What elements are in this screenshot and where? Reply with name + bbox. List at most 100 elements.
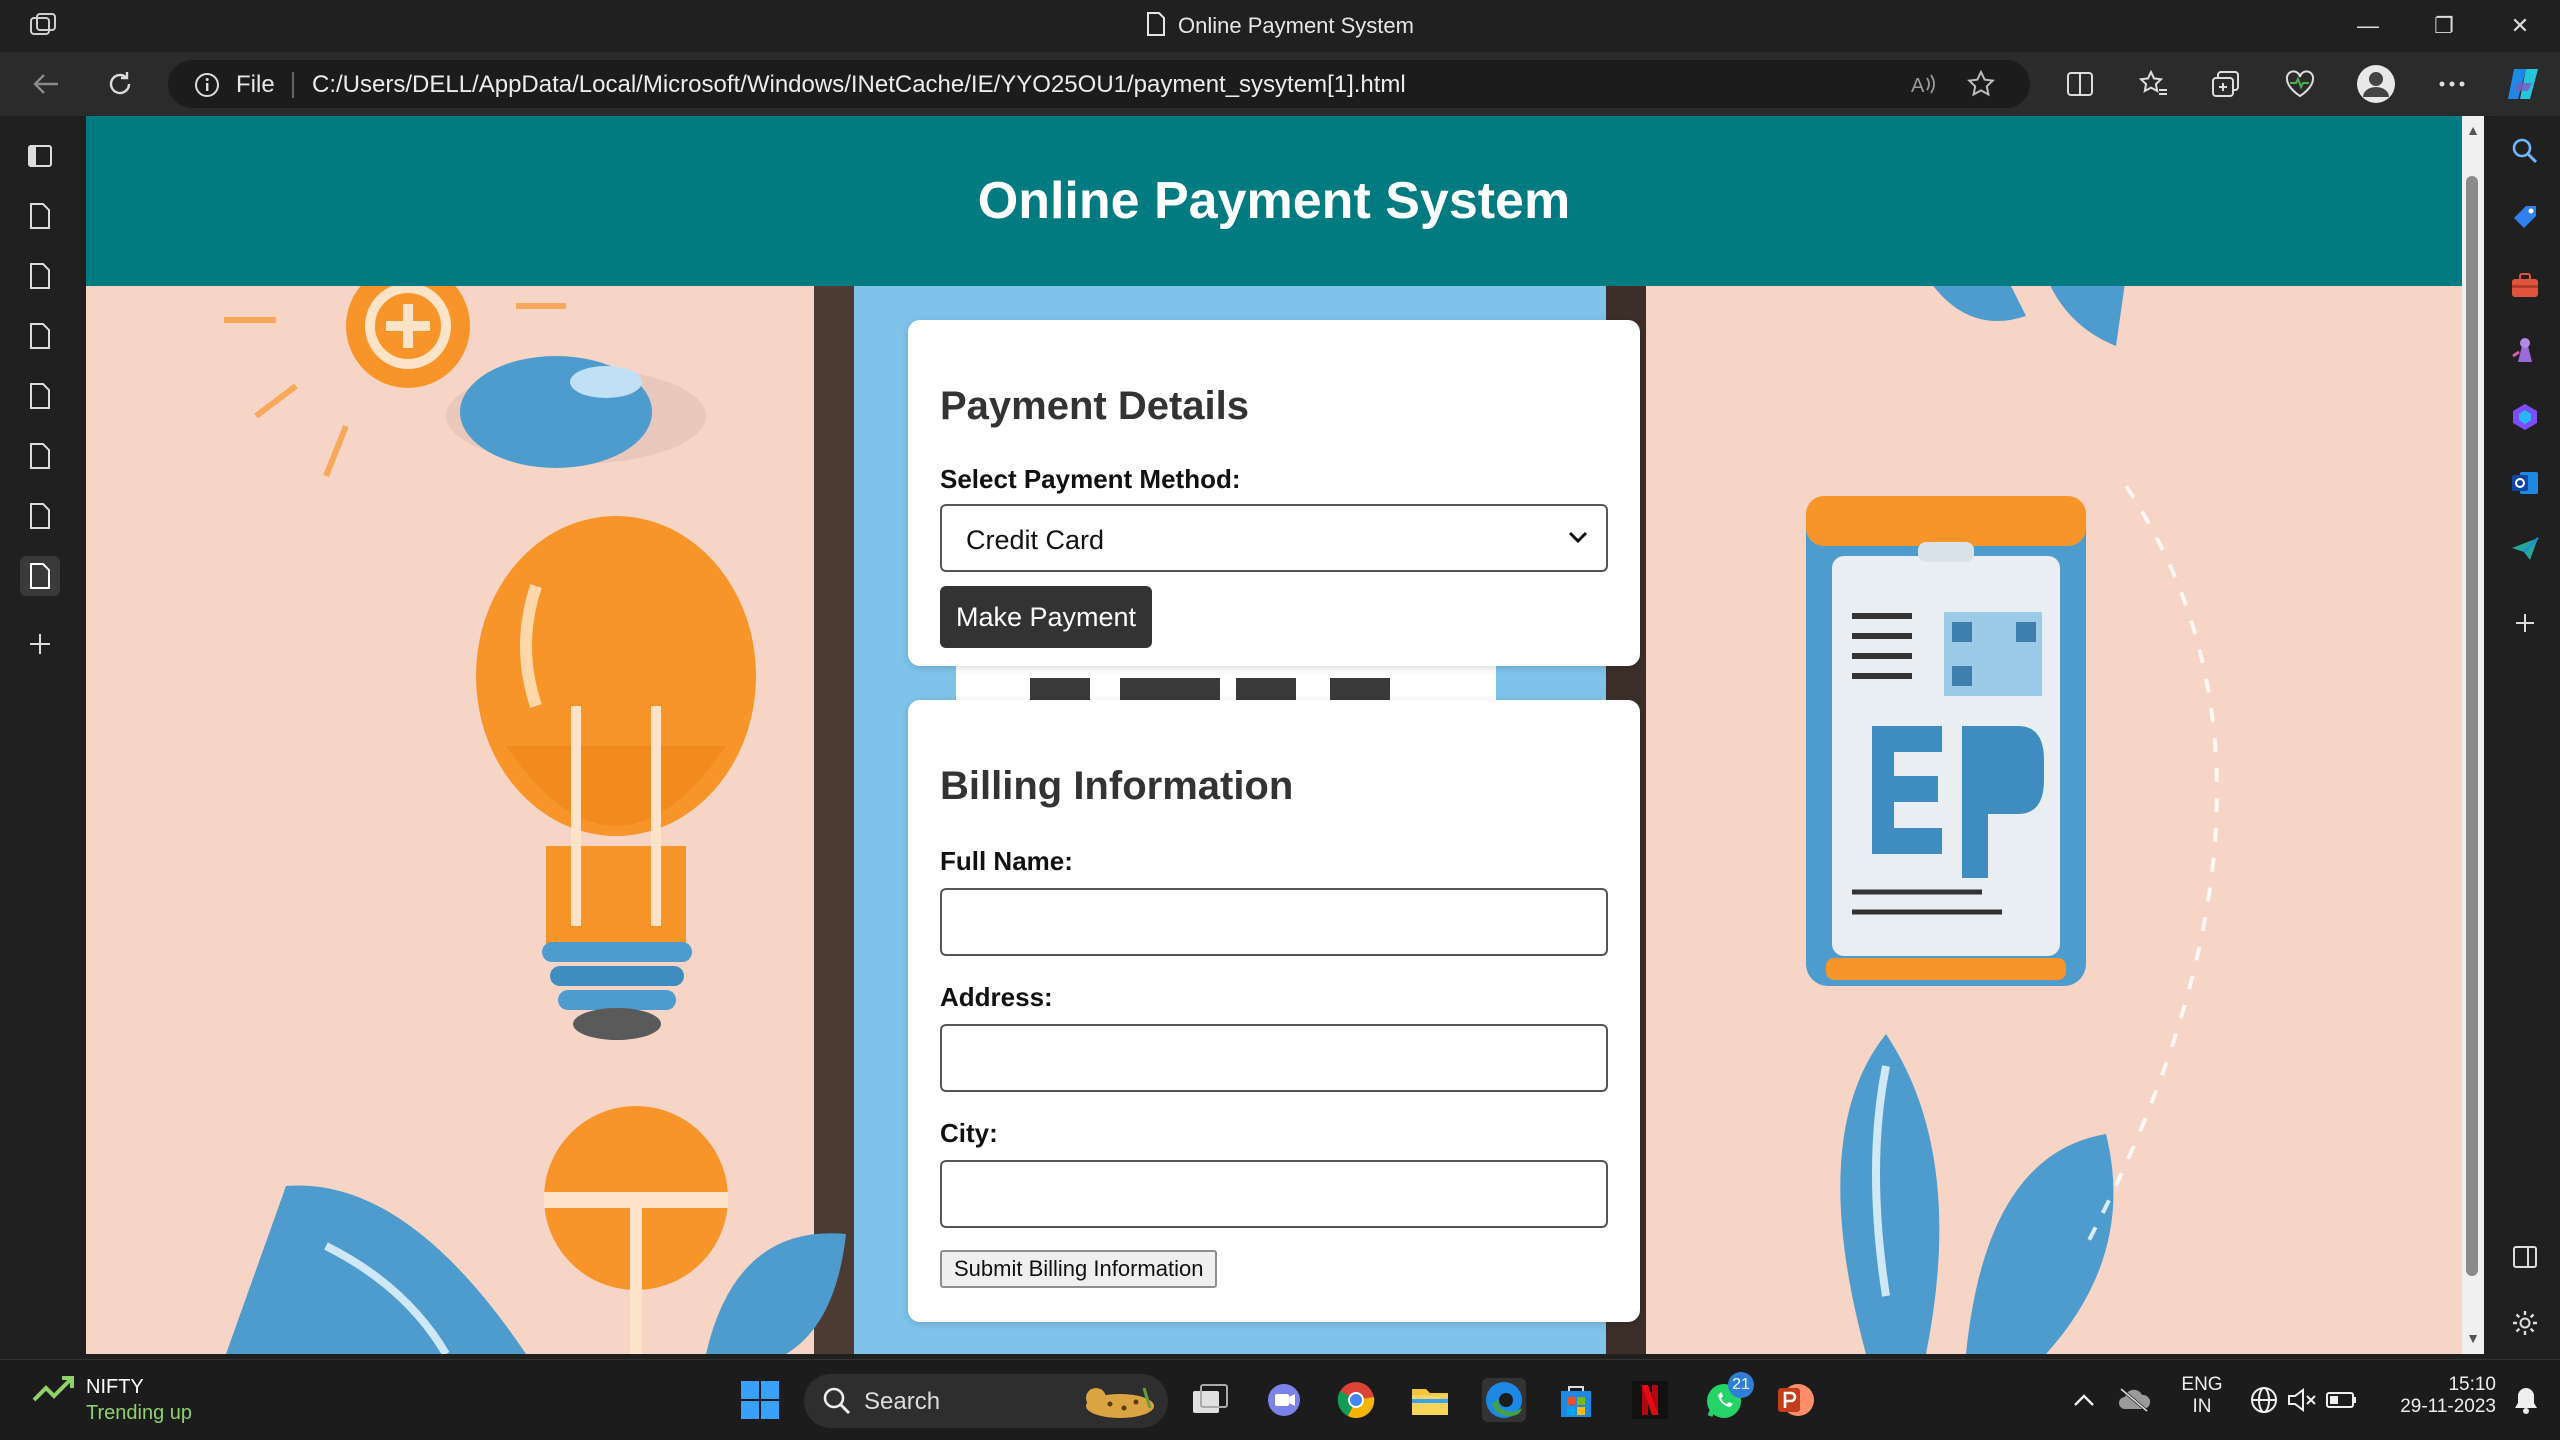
games-icon[interactable]: [2506, 332, 2544, 370]
svg-text:A: A: [1911, 75, 1925, 96]
split-screen-icon[interactable]: [2056, 62, 2104, 106]
clock-date: 29-11-2023: [2400, 1396, 2496, 1417]
microsoft-365-icon[interactable]: [2506, 398, 2544, 436]
chrome-icon[interactable]: [1334, 1378, 1378, 1422]
full-name-label: Full Name:: [940, 846, 1073, 876]
new-tab-plus-icon[interactable]: [20, 624, 60, 664]
hide-sidebar-icon[interactable]: [2506, 1238, 2544, 1276]
clock[interactable]: 15:10 29-11-2023: [2370, 1374, 2496, 1418]
search-icon[interactable]: [2506, 132, 2544, 170]
more-options-icon[interactable]: [2428, 62, 2476, 106]
tab-page-icon[interactable]: [20, 376, 60, 416]
whatsapp-icon[interactable]: 21: [1702, 1372, 1754, 1422]
tab-page-icon[interactable]: [20, 316, 60, 356]
show-hidden-icons-chevron-up-icon[interactable]: [2062, 1378, 2106, 1422]
page-title: Online Payment System: [977, 172, 1571, 230]
add-sidebar-app-plus-icon[interactable]: [2506, 604, 2544, 642]
window-title: Online Payment System: [0, 12, 2560, 42]
read-aloud-icon[interactable]: A: [1908, 70, 1938, 98]
clock-time: 15:10: [2448, 1374, 2496, 1395]
favorites-icon[interactable]: [2130, 62, 2178, 106]
shopping-tag-icon[interactable]: [2506, 198, 2544, 236]
powerpoint-icon[interactable]: [1774, 1378, 1818, 1422]
file-scheme-label: File: [236, 71, 275, 98]
info-icon[interactable]: [194, 72, 220, 103]
taskbar-search-box[interactable]: Search: [804, 1374, 1168, 1428]
drop-send-icon[interactable]: [2506, 530, 2544, 568]
browser-toolbar: File C:/Users/DELL/AppData/Local/Microso…: [0, 52, 2560, 116]
copilot-icon[interactable]: [2500, 62, 2548, 106]
language-indicator[interactable]: ENG IN: [2174, 1374, 2230, 1418]
microsoft-store-icon[interactable]: [1554, 1378, 1598, 1422]
restore-button[interactable]: ❐: [2408, 0, 2480, 52]
region-code: IN: [2192, 1396, 2212, 1417]
vertical-tabs-pane: [0, 116, 80, 1359]
close-button[interactable]: ✕: [2484, 0, 2556, 52]
tab-page-icon[interactable]: [20, 436, 60, 476]
windows-taskbar: NIFTY Trending up Search 21 ENG IN 15:10…: [0, 1359, 2560, 1440]
sidebar-settings-gear-icon[interactable]: [2506, 1304, 2544, 1342]
windows-start-icon[interactable]: [738, 1378, 782, 1422]
search-highlight-leopard-icon: [1080, 1380, 1160, 1427]
browser-essentials-icon[interactable]: [2276, 62, 2324, 106]
submit-billing-button[interactable]: Submit Billing Information: [940, 1250, 1218, 1288]
chevron-down-icon: [1568, 530, 1588, 549]
tab-actions-icon[interactable]: [20, 136, 60, 176]
widget-title: NIFTY: [86, 1376, 144, 1398]
scroll-down-arrow-icon[interactable]: ▼: [2465, 1330, 2481, 1346]
document-icon: [1146, 12, 1166, 42]
profile-avatar[interactable]: [2352, 62, 2400, 106]
payment-method-selected-value: Credit Card: [966, 525, 1105, 555]
scrollbar-thumb[interactable]: [2466, 176, 2478, 1276]
widget-subtitle: Trending up: [86, 1402, 192, 1424]
outlook-icon[interactable]: [2506, 464, 2544, 502]
page-viewport: Online Payment System Payment Details Se…: [86, 116, 2462, 1354]
edge-browser-icon-active[interactable]: [1482, 1378, 1526, 1422]
edge-sidebar: [2490, 116, 2560, 1359]
tab-page-icon[interactable]: [20, 196, 60, 236]
billing-information-card: Billing Information Full Name: Address: …: [908, 700, 1640, 1322]
payment-method-select[interactable]: Credit Card: [940, 504, 1608, 572]
payment-method-label: Select Payment Method:: [940, 464, 1241, 494]
whatsapp-notification-badge: 21: [1728, 1372, 1754, 1398]
address-bar[interactable]: File C:/Users/DELL/AppData/Local/Microso…: [168, 60, 2030, 108]
search-icon: [822, 1386, 852, 1421]
title-bar: Online Payment System — ❐ ✕: [0, 0, 2560, 52]
address-input[interactable]: [940, 1024, 1608, 1092]
notification-bell-icon[interactable]: [2504, 1378, 2548, 1422]
tab-page-icon[interactable]: [20, 256, 60, 296]
city-input[interactable]: [940, 1160, 1608, 1228]
billing-information-heading: Billing Information: [940, 764, 1294, 808]
language-code: ENG: [2181, 1374, 2223, 1395]
minimize-button[interactable]: —: [2332, 0, 2404, 52]
payment-details-card: Payment Details Select Payment Method: C…: [908, 320, 1640, 666]
collections-icon[interactable]: [2202, 62, 2250, 106]
window-title-text: Online Payment System: [1178, 12, 1414, 38]
tab-page-icon-active[interactable]: [20, 556, 60, 596]
payment-details-heading: Payment Details: [940, 384, 1250, 428]
make-payment-button[interactable]: Make Payment: [940, 586, 1152, 648]
volume-muted-icon[interactable]: [2280, 1378, 2324, 1422]
stock-widget[interactable]: NIFTY Trending up: [32, 1374, 192, 1424]
trending-up-icon: [32, 1376, 74, 1402]
address-separator: [292, 72, 294, 98]
tools-briefcase-icon[interactable]: [2506, 266, 2544, 304]
scroll-up-arrow-icon[interactable]: ▲: [2465, 122, 2481, 138]
page-scrollbar[interactable]: ▲ ▼: [2462, 116, 2484, 1354]
task-view-icon[interactable]: [1188, 1378, 1232, 1422]
teams-meet-icon[interactable]: [1262, 1378, 1306, 1422]
address-label: Address:: [940, 982, 1053, 1012]
favorite-star-icon[interactable]: [1966, 70, 1996, 98]
full-name-input[interactable]: [940, 888, 1608, 956]
refresh-button[interactable]: [96, 62, 144, 106]
url-text[interactable]: C:/Users/DELL/AppData/Local/Microsoft/Wi…: [312, 71, 1406, 99]
onedrive-offline-icon[interactable]: [2112, 1378, 2156, 1422]
tab-page-icon[interactable]: [20, 496, 60, 536]
back-button[interactable]: [22, 62, 70, 106]
city-label: City:: [940, 1118, 998, 1148]
search-label: Search: [864, 1388, 941, 1415]
page-header-banner: Online Payment System: [86, 116, 2462, 286]
file-explorer-icon[interactable]: [1408, 1378, 1452, 1422]
netflix-icon[interactable]: [1628, 1378, 1672, 1422]
battery-icon[interactable]: [2320, 1378, 2364, 1422]
